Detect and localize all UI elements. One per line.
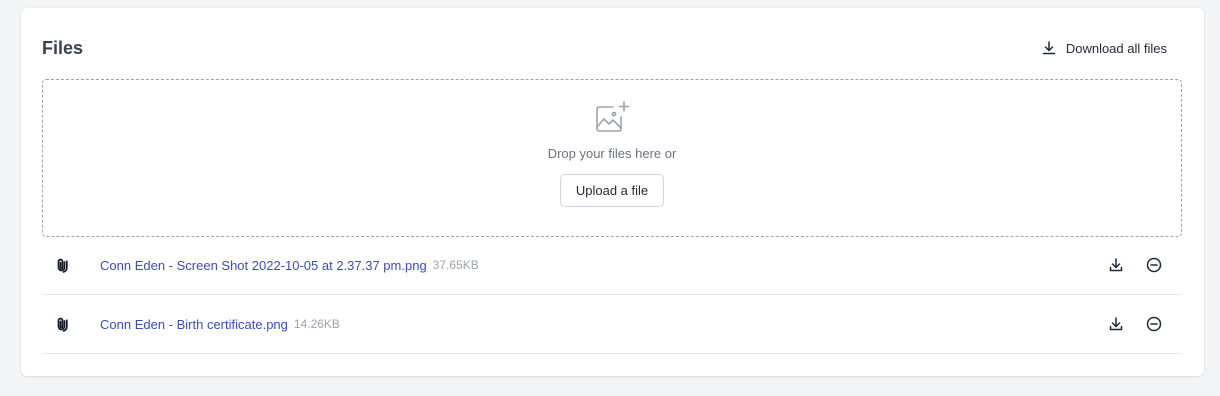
download-icon bbox=[1041, 40, 1057, 56]
remove-file-icon[interactable] bbox=[1146, 257, 1162, 273]
dropzone-prompt: Drop your files here or bbox=[547, 146, 677, 161]
files-header: Files Download all files bbox=[42, 34, 1183, 62]
file-row: Conn Eden - Screen Shot 2022-10-05 at 2.… bbox=[42, 236, 1182, 295]
paperclip-icon bbox=[54, 257, 70, 273]
file-name-link[interactable]: Conn Eden - Screen Shot 2022-10-05 at 2.… bbox=[100, 258, 427, 273]
paperclip-icon bbox=[54, 316, 70, 332]
image-add-icon bbox=[594, 100, 630, 136]
file-actions bbox=[1108, 257, 1162, 273]
file-size: 37.65KB bbox=[432, 258, 479, 272]
file-list: Conn Eden - Screen Shot 2022-10-05 at 2.… bbox=[42, 236, 1182, 354]
file-actions bbox=[1108, 316, 1162, 332]
file-size: 14.26KB bbox=[293, 317, 340, 331]
file-row: Conn Eden - Birth certificate.png 14.26K… bbox=[42, 295, 1182, 354]
download-file-icon[interactable] bbox=[1108, 316, 1124, 332]
section-title: Files bbox=[42, 37, 84, 58]
download-file-icon[interactable] bbox=[1108, 257, 1124, 273]
download-all-label: Download all files bbox=[1065, 40, 1167, 56]
file-name-link[interactable]: Conn Eden - Birth certificate.png bbox=[100, 317, 288, 332]
download-all-button[interactable]: Download all files bbox=[1041, 40, 1167, 56]
file-dropzone[interactable]: Drop your files here or Upload a file bbox=[42, 79, 1182, 237]
files-card: Files Download all files Drop your files… bbox=[21, 8, 1204, 376]
remove-file-icon[interactable] bbox=[1146, 316, 1162, 332]
upload-file-button[interactable]: Upload a file bbox=[559, 174, 665, 207]
